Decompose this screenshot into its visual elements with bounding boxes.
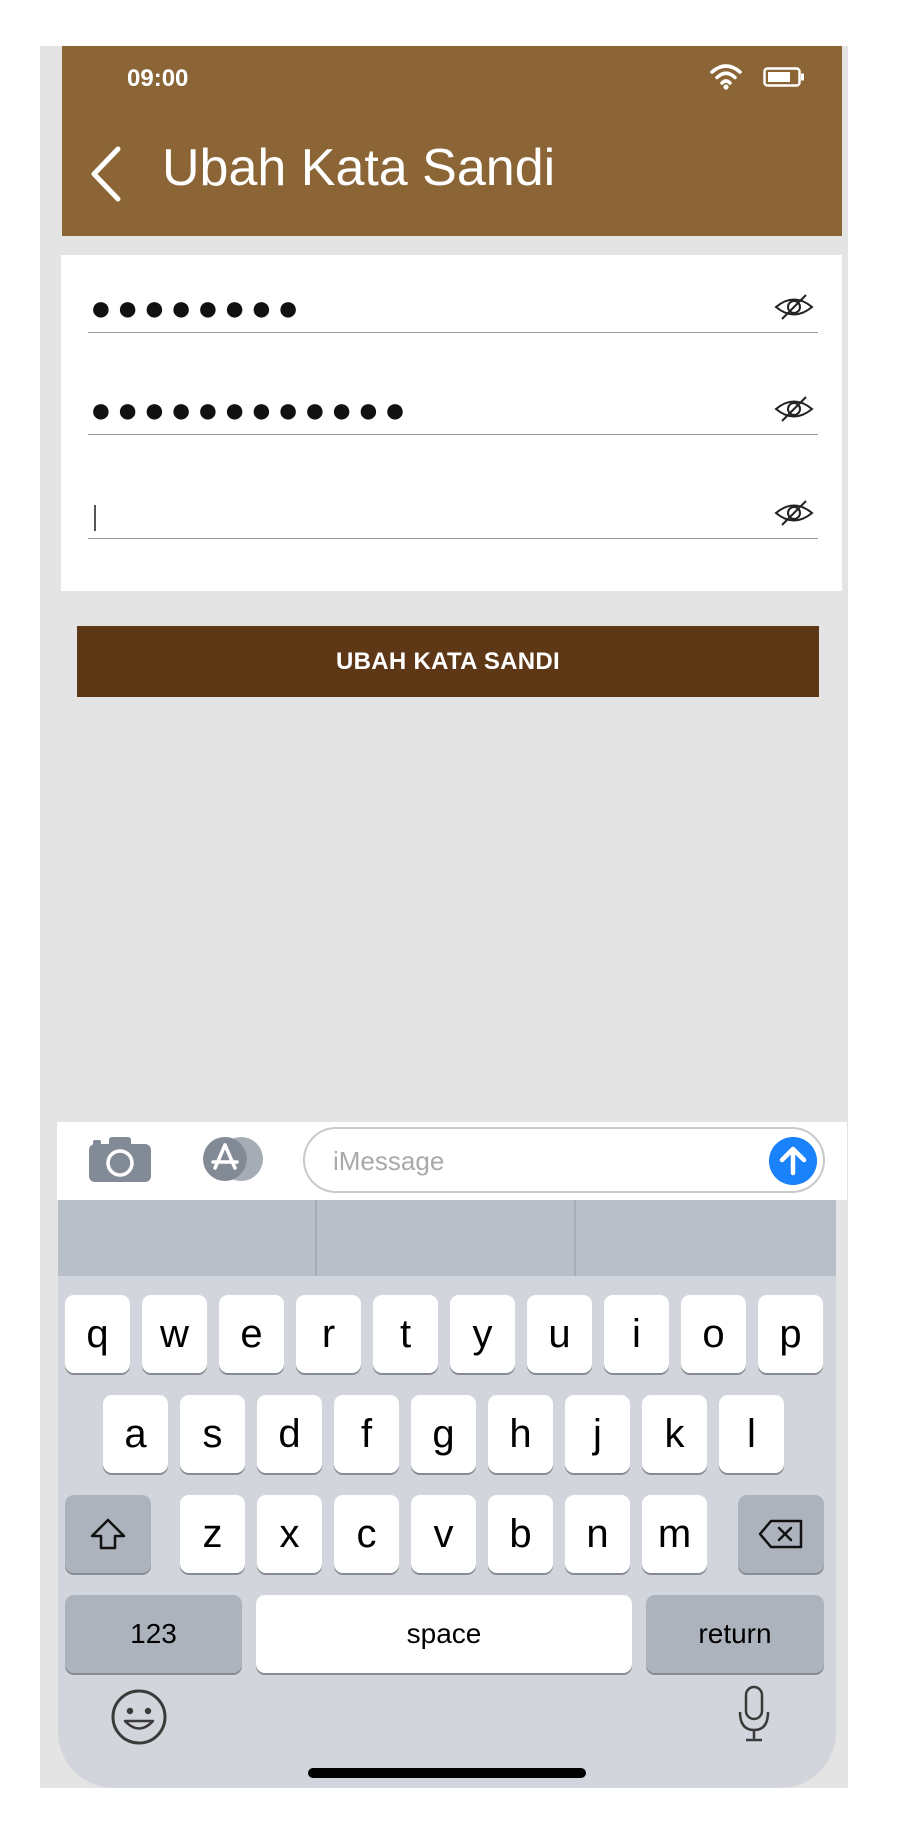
key-u[interactable]: u [527,1295,592,1373]
key-r[interactable]: r [296,1295,361,1373]
battery-icon [763,67,804,87]
numbers-key[interactable]: 123 [65,1595,242,1673]
key-t[interactable]: t [373,1295,438,1373]
send-arrow-icon[interactable] [769,1137,817,1185]
status-time: 09:00 [127,65,189,92]
key-n[interactable]: n [565,1495,630,1573]
key-j[interactable]: j [565,1395,630,1473]
text-cursor [94,505,96,531]
emoji-icon[interactable] [110,1688,168,1746]
page-title: Ubah Kata Sandi [162,139,556,197]
eye-off-icon[interactable] [773,292,815,322]
wifi-icon [710,64,742,90]
key-z[interactable]: z [180,1495,245,1573]
phone-screen: 09:00 Ubah Kata Sandi ●●●●●●●● ●●●●●●●●●… [40,46,848,1788]
key-w[interactable]: w [142,1295,207,1373]
key-p[interactable]: p [758,1295,823,1373]
key-i[interactable]: i [604,1295,669,1373]
new-password-field[interactable]: ●●●●●●●●●●●● [88,373,818,435]
backspace-icon [758,1519,803,1549]
key-o[interactable]: o [681,1295,746,1373]
key-m[interactable]: m [642,1495,707,1573]
key-s[interactable]: s [180,1395,245,1473]
eye-off-icon[interactable] [773,498,815,528]
change-password-button[interactable]: UBAH KATA SANDI [77,626,819,697]
suggestion-slot[interactable] [317,1200,576,1276]
suggestion-bar [58,1200,836,1276]
app-store-icon[interactable] [193,1135,265,1183]
camera-icon[interactable] [87,1134,153,1184]
key-a[interactable]: a [103,1395,168,1473]
key-f[interactable]: f [334,1395,399,1473]
key-e[interactable]: e [219,1295,284,1373]
key-x[interactable]: x [257,1495,322,1573]
backspace-key[interactable] [738,1495,824,1573]
key-c[interactable]: c [334,1495,399,1573]
space-key[interactable]: space [256,1595,632,1673]
shift-icon [90,1518,126,1550]
password-form: ●●●●●●●● ●●●●●●●●●●●● [61,255,842,591]
key-y[interactable]: y [450,1295,515,1373]
home-indicator [308,1768,586,1778]
key-g[interactable]: g [411,1395,476,1473]
app-header: 09:00 Ubah Kata Sandi [62,46,842,236]
return-key[interactable]: return [646,1595,824,1673]
imessage-bar: iMessage [57,1122,847,1200]
confirm-password-field[interactable] [88,477,818,539]
suggestion-slot[interactable] [58,1200,317,1276]
keyboard: q w e r t y u i o p a s d f g h j k l z … [58,1200,836,1788]
key-d[interactable]: d [257,1395,322,1473]
suggestion-slot[interactable] [576,1200,835,1276]
key-l[interactable]: l [719,1395,784,1473]
key-q[interactable]: q [65,1295,130,1373]
shift-key[interactable] [65,1495,151,1573]
key-h[interactable]: h [488,1395,553,1473]
eye-off-icon[interactable] [773,394,815,424]
key-k[interactable]: k [642,1395,707,1473]
key-b[interactable]: b [488,1495,553,1573]
key-v[interactable]: v [411,1495,476,1573]
new-password-value: ●●●●●●●●●●●● [90,389,411,430]
imessage-input[interactable]: iMessage [303,1127,825,1193]
current-password-field[interactable]: ●●●●●●●● [88,271,818,333]
microphone-icon[interactable] [736,1684,772,1744]
back-arrow-icon[interactable] [86,143,130,205]
imessage-placeholder: iMessage [333,1146,445,1176]
current-password-value: ●●●●●●●● [90,287,304,328]
